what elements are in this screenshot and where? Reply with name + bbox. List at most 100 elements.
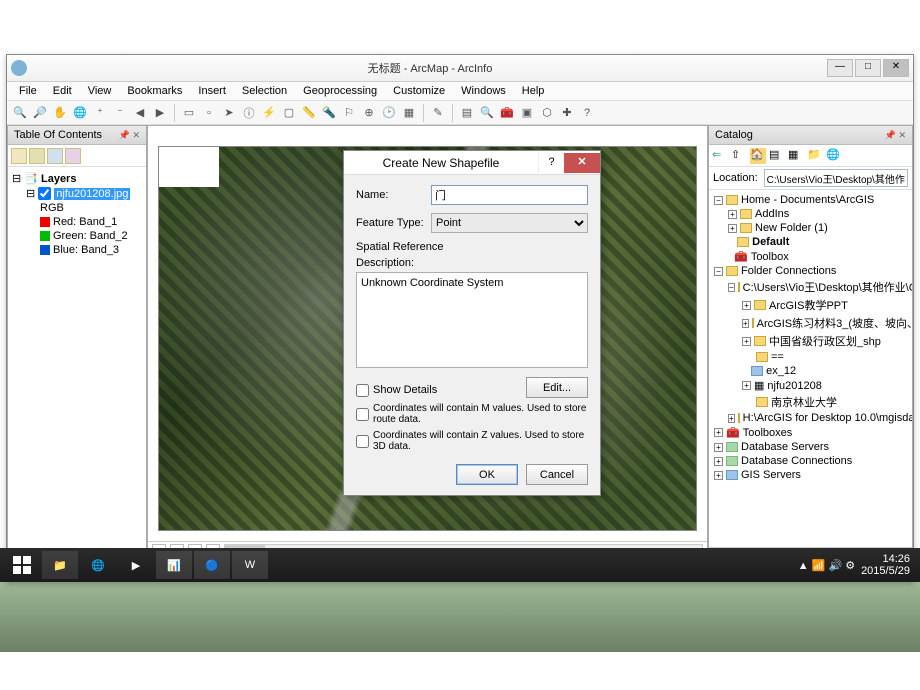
wps-icon[interactable]: W	[232, 551, 268, 579]
minimize-button[interactable]: —	[827, 59, 853, 77]
pan-icon[interactable]: ✋	[51, 104, 69, 122]
desktop-wallpaper	[0, 582, 920, 652]
toolbox-icon[interactable]: 🧰	[498, 104, 516, 122]
taskbar-clock[interactable]: 14:26 2015/5/29	[855, 553, 916, 577]
gisservers-node[interactable]: +GIS Servers	[712, 468, 909, 482]
python-icon[interactable]: ▣	[518, 104, 536, 122]
ie-icon[interactable]: 🌐	[80, 551, 116, 579]
layer-checkbox[interactable]	[38, 187, 51, 200]
nlu-node[interactable]: 南京林业大学	[712, 393, 909, 411]
list-by-visibility-icon[interactable]	[47, 148, 63, 164]
path1-node[interactable]: −C:\Users\Vio王\Desktop\其他作业\GIS	[712, 278, 909, 296]
fixed-zoom-in-icon[interactable]: ⁺	[91, 104, 109, 122]
full-extent-icon[interactable]: 🌐	[71, 104, 89, 122]
eq-node[interactable]: ==	[712, 350, 909, 364]
list-by-drawing-order-icon[interactable]	[11, 148, 27, 164]
menu-insert[interactable]: Insert	[190, 83, 234, 99]
ppt-node[interactable]: +ArcGIS教学PPT	[712, 296, 909, 314]
name-input[interactable]	[431, 185, 588, 205]
maximize-button[interactable]: □	[855, 59, 881, 77]
toc-toolbar	[8, 145, 146, 167]
arcmap-taskbar-icon[interactable]: 🔵	[194, 551, 230, 579]
menu-file[interactable]: File	[11, 83, 45, 99]
up-icon[interactable]: ⇧	[731, 148, 747, 164]
media-player-icon[interactable]: ▶	[118, 551, 154, 579]
close-button[interactable]: ✕	[883, 59, 909, 77]
identify-icon[interactable]: ⓘ	[240, 104, 258, 122]
menu-view[interactable]: View	[80, 83, 120, 99]
catalog-window-icon[interactable]: ▤	[458, 104, 476, 122]
layers-root[interactable]: ⊟ 📑 Layers	[12, 171, 142, 186]
fixed-zoom-out-icon[interactable]: ⁻	[111, 104, 129, 122]
model-builder-icon[interactable]: ⬡	[538, 104, 556, 122]
dialog-close-icon[interactable]: ✕	[564, 153, 600, 173]
layer-njfu[interactable]: ⊟ njfu201208.jpg	[12, 186, 142, 201]
find-icon[interactable]: 🔦	[320, 104, 338, 122]
menu-edit[interactable]: Edit	[45, 83, 80, 99]
back-icon[interactable]: ◀	[131, 104, 149, 122]
measure-icon[interactable]: 📏	[300, 104, 318, 122]
toc-header: Table Of Contents 📌 ✕	[8, 126, 146, 145]
start-button[interactable]	[4, 551, 40, 579]
find-route-icon[interactable]: ⚐	[340, 104, 358, 122]
dialog-help-icon[interactable]: ?	[538, 153, 564, 173]
viewer-icon[interactable]: ▦	[400, 104, 418, 122]
html-popup-icon[interactable]: ▢	[280, 104, 298, 122]
default-node[interactable]: Default	[712, 235, 909, 249]
clear-selection-icon[interactable]: ▫	[200, 104, 218, 122]
select-icon[interactable]: ▭	[180, 104, 198, 122]
dbconn-node[interactable]: +Database Connections	[712, 454, 909, 468]
goto-xy-icon[interactable]: ⊕	[360, 104, 378, 122]
toggle-tree-icon[interactable]: ▤	[769, 148, 785, 164]
newfolder-node[interactable]: +New Folder (1)	[712, 221, 909, 235]
zoom-out-icon[interactable]: 🔎	[31, 104, 49, 122]
file-explorer-icon[interactable]: 📁	[42, 551, 78, 579]
list-by-selection-icon[interactable]	[65, 148, 81, 164]
pointer-icon[interactable]: ➤	[220, 104, 238, 122]
home-node[interactable]: −Home - Documents\ArcGIS	[712, 193, 909, 207]
menu-bookmarks[interactable]: Bookmarks	[119, 83, 190, 99]
cancel-button[interactable]: Cancel	[526, 464, 588, 485]
view-icon[interactable]: ▦	[788, 148, 804, 164]
edit-button[interactable]: Edit...	[526, 377, 588, 398]
ok-button[interactable]: OK	[456, 464, 518, 485]
menu-geoprocessing[interactable]: Geoprocessing	[295, 83, 385, 99]
ex12-node[interactable]: ex_12	[712, 364, 909, 378]
zoom-in-icon[interactable]: 🔍	[11, 104, 29, 122]
create-shapefile-dialog: Create New Shapefile ? ✕ Name: Feature T…	[343, 150, 601, 496]
toolbox-node[interactable]: 🧰Toolbox	[712, 249, 909, 264]
addins-node[interactable]: +AddIns	[712, 207, 909, 221]
search-window-icon[interactable]: 🔍	[478, 104, 496, 122]
mat3-node[interactable]: +ArcGIS练习材料3_(坡度、坡向、三维地形	[712, 314, 909, 332]
folder-connections-node[interactable]: −Folder Connections	[712, 264, 909, 278]
back-icon[interactable]: ⇐	[712, 148, 728, 164]
forward-icon[interactable]: ▶	[151, 104, 169, 122]
dbservers-node[interactable]: +Database Servers	[712, 440, 909, 454]
m-values-checkbox[interactable]: Coordinates will contain M values. Used …	[356, 403, 588, 425]
list-by-source-icon[interactable]	[29, 148, 45, 164]
pin-icon[interactable]: 📌 ✕	[119, 130, 140, 141]
show-details-checkbox[interactable]: Show Details	[356, 384, 437, 397]
connect-gis-server-icon[interactable]: 🌐	[826, 148, 842, 164]
menu-selection[interactable]: Selection	[234, 83, 295, 99]
time-slider-icon[interactable]: 🕑	[380, 104, 398, 122]
z-values-checkbox[interactable]: Coordinates will contain Z values. Used …	[356, 430, 588, 452]
connect-folder-icon[interactable]: 📁	[807, 148, 823, 164]
feature-type-select[interactable]: Point	[431, 213, 588, 233]
menu-customize[interactable]: Customize	[385, 83, 453, 99]
harc-node[interactable]: +H:\ArcGIS for Desktop 10.0\mgisdata	[712, 411, 909, 425]
njfu-node[interactable]: +▦njfu201208	[712, 378, 909, 393]
arccatalog-taskbar-icon[interactable]: 📊	[156, 551, 192, 579]
system-tray[interactable]: ▲ 📶 🔊 ⚙	[798, 559, 855, 572]
home-icon[interactable]: 🏠	[750, 148, 766, 164]
menu-help[interactable]: Help	[514, 83, 553, 99]
menu-windows[interactable]: Windows	[453, 83, 514, 99]
editor-icon[interactable]: ✎	[429, 104, 447, 122]
add-data-icon[interactable]: ✚	[558, 104, 576, 122]
catalog-pin-icon[interactable]: 📌 ✕	[885, 130, 906, 141]
help-icon[interactable]: ?	[578, 104, 596, 122]
hyperlink-icon[interactable]: ⚡	[260, 104, 278, 122]
admin-node[interactable]: +中国省级行政区划_shp	[712, 332, 909, 350]
location-input[interactable]	[764, 169, 908, 187]
toolboxes-node[interactable]: +🧰Toolboxes	[712, 425, 909, 440]
